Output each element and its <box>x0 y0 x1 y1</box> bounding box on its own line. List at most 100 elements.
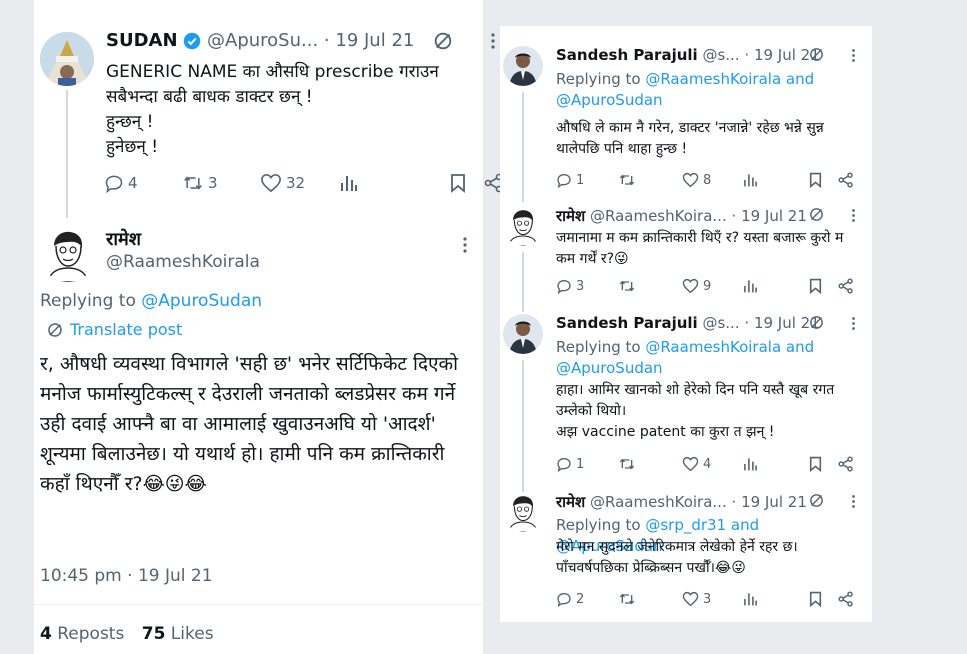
repost-icon <box>618 591 636 607</box>
thread-connector-line <box>66 90 68 218</box>
share-icon <box>838 172 854 188</box>
reply-author-handle[interactable]: @RaameshKoirala <box>106 252 260 272</box>
views-button[interactable] <box>743 456 758 472</box>
bookmark-button[interactable] <box>809 591 822 607</box>
likes-count: 75 <box>141 624 166 644</box>
bookmark-button[interactable] <box>809 278 822 294</box>
translate-icon[interactable] <box>432 30 454 52</box>
repost-icon <box>618 456 636 472</box>
author-handle[interactable]: @RaameshKoira... <box>590 207 727 225</box>
reply-icon <box>556 456 572 472</box>
dot-separator: · <box>744 314 750 332</box>
reply-action-bar: 3 9 <box>556 278 856 298</box>
sandesh-avatar[interactable] <box>503 46 543 86</box>
like-button[interactable]: 32 <box>260 173 305 193</box>
reply-count: 2 <box>576 591 585 607</box>
author-handle[interactable]: @ApuroSu... <box>207 30 318 51</box>
author-name[interactable]: रामेश <box>556 493 585 511</box>
share-button[interactable] <box>838 278 854 294</box>
translate-icon[interactable] <box>808 206 825 223</box>
thread-connector-line <box>522 360 524 496</box>
bookmark-button[interactable] <box>809 172 822 188</box>
reply-count: 4 <box>128 174 138 192</box>
repost-count: 3 <box>208 174 218 192</box>
reply-text: र, औषधी व्यवस्था विभागले 'सही छ' भनेर सर… <box>40 353 459 495</box>
tweet-date[interactable]: 19 Jul 21 <box>335 30 414 51</box>
share-icon <box>838 456 854 472</box>
author-name[interactable]: Sandesh Parajuli <box>556 46 698 64</box>
author-name[interactable]: Sandesh Parajuli <box>556 314 698 332</box>
heart-icon <box>682 278 699 294</box>
ramesh-avatar[interactable] <box>503 492 543 532</box>
repost-button[interactable] <box>618 278 636 294</box>
translate-icon[interactable] <box>808 492 825 509</box>
author-name[interactable]: रामेश <box>556 207 585 225</box>
reply-timestamp[interactable]: 10:45 pm · 19 Jul 21 <box>40 566 213 586</box>
more-options-icon[interactable] <box>851 48 856 63</box>
reply-date[interactable]: 19 Jul 21 <box>741 493 807 511</box>
views-button[interactable] <box>743 591 758 607</box>
reply-date[interactable]: 19 Jul 21 <box>741 207 807 225</box>
reply-author-name[interactable]: रामेश <box>106 227 141 251</box>
bookmark-button[interactable] <box>450 173 466 193</box>
replying-to-mention[interactable]: @ApuroSudan <box>141 291 262 311</box>
author-name[interactable]: SUDAN <box>106 30 178 51</box>
reply-count: 1 <box>576 172 585 188</box>
like-button[interactable]: 9 <box>682 278 711 294</box>
author-handle[interactable]: @RaameshKoira... <box>590 493 727 511</box>
repost-button[interactable] <box>618 456 636 472</box>
repost-button[interactable]: 3 <box>182 173 218 193</box>
translate-icon[interactable] <box>808 314 825 331</box>
more-options-icon[interactable] <box>851 316 856 331</box>
likes-stat[interactable]: 75 Likes <box>142 624 214 644</box>
author-handle[interactable]: @s... <box>702 314 739 332</box>
reply-button[interactable]: 4 <box>104 173 138 193</box>
repost-button[interactable] <box>618 172 636 188</box>
heart-icon <box>682 172 699 188</box>
analytics-icon <box>743 172 758 188</box>
more-options-icon[interactable] <box>490 32 496 50</box>
translate-icon[interactable] <box>808 46 825 63</box>
tweet-header: SUDAN @ApuroSu... · 19 Jul 21 <box>106 30 496 52</box>
translate-post-link[interactable]: Translate post <box>46 320 182 339</box>
share-button[interactable] <box>838 591 854 607</box>
more-options-icon[interactable] <box>462 236 468 254</box>
like-button[interactable]: 3 <box>682 591 711 607</box>
views-button[interactable] <box>340 173 358 193</box>
ramesh-avatar[interactable] <box>40 226 96 282</box>
reply-header: Sandesh Parajuli @s... · 19 Jul 21 <box>556 46 820 64</box>
reply-icon <box>556 172 572 188</box>
reply-header: रामेश @RaameshKoira... · 19 Jul 21 <box>556 206 807 226</box>
reply-button[interactable]: 3 <box>556 278 584 294</box>
more-options-icon[interactable] <box>851 494 856 509</box>
like-button[interactable]: 4 <box>682 456 711 472</box>
reply-icon <box>556 591 572 607</box>
reply-button[interactable]: 1 <box>556 172 584 188</box>
sudan-avatar[interactable] <box>40 32 94 86</box>
share-button[interactable] <box>838 172 854 188</box>
author-handle[interactable]: @s... <box>702 46 739 64</box>
heart-icon <box>260 173 282 193</box>
heart-icon <box>682 456 699 472</box>
like-count: 8 <box>703 172 712 188</box>
reply-count: 3 <box>576 278 585 294</box>
like-count: 32 <box>286 174 306 192</box>
bookmark-button[interactable] <box>809 456 822 472</box>
more-options-icon[interactable] <box>851 208 856 223</box>
share-button[interactable] <box>838 456 854 472</box>
tweet-text: GENERIC NAME का औसधि prescribe गराउन सबै… <box>106 62 439 157</box>
reply-button[interactable]: 2 <box>556 591 584 607</box>
ramesh-avatar[interactable] <box>503 206 543 246</box>
views-button[interactable] <box>743 172 758 188</box>
replying-to-label: Replying to <box>556 70 646 88</box>
reply-button[interactable]: 1 <box>556 456 584 472</box>
like-button[interactable]: 8 <box>682 172 711 188</box>
reposts-stat[interactable]: 4 Reposts <box>40 624 124 644</box>
views-button[interactable] <box>743 278 758 294</box>
like-count: 3 <box>703 591 712 607</box>
sandesh-avatar[interactable] <box>503 314 543 354</box>
bookmark-icon <box>809 278 822 294</box>
analytics-icon <box>743 456 758 472</box>
repost-button[interactable] <box>618 591 636 607</box>
dot-separator: · <box>323 30 330 51</box>
